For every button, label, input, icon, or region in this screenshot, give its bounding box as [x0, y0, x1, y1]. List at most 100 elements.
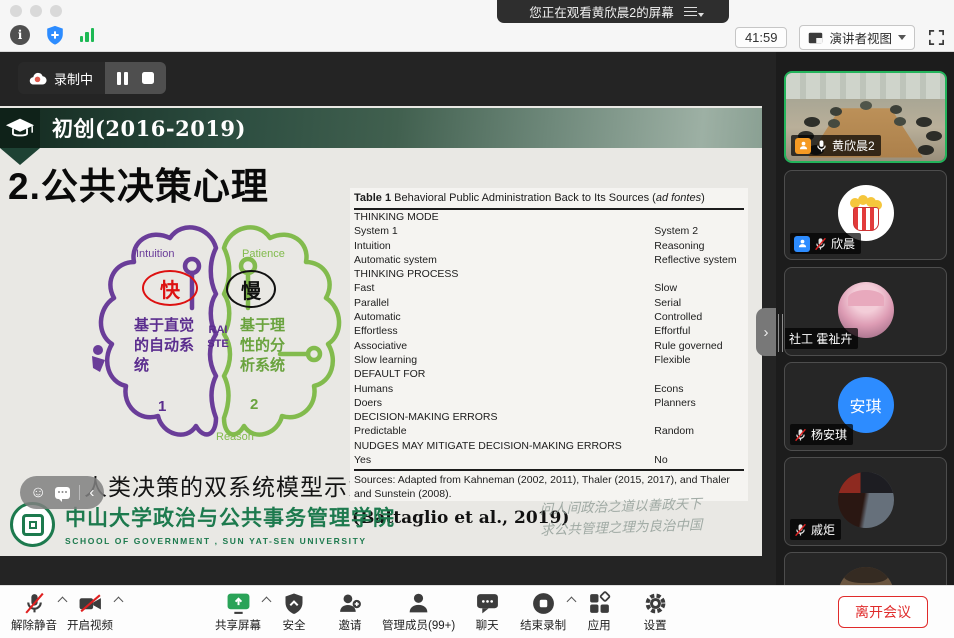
- system2-number: 2: [250, 396, 258, 413]
- participant-tile[interactable]: 黄欣晨2: [784, 71, 947, 163]
- settings-gear-icon: [643, 591, 668, 616]
- reaction-toolbar: ☺ ‹: [20, 476, 104, 509]
- share-screen-button[interactable]: 共享屏幕: [210, 586, 266, 638]
- meeting-timer: 41:59: [735, 27, 788, 48]
- cohost-badge-icon: [794, 236, 810, 252]
- system1-description: 基于直觉的自动系统: [134, 316, 198, 375]
- participant-tile[interactable]: 社工 霍祉卉: [784, 267, 947, 356]
- fullscreen-icon[interactable]: [927, 28, 946, 47]
- intuition-label: Intuition: [136, 248, 175, 260]
- pause-recording-button[interactable]: [117, 72, 128, 85]
- mic-muted-icon: [22, 591, 47, 616]
- meeting-toolbar: 解除静音 开启视频 共享屏幕: [0, 585, 954, 638]
- banner-options-icon[interactable]: [684, 7, 697, 17]
- watching-screen-banner: 您正在观看黄欣晨2的屏幕: [497, 0, 729, 23]
- window-header: i 41:59 演讲者视图 您正在观看: [0, 0, 954, 52]
- table-row: THINKING MODE: [354, 210, 744, 224]
- university-name-cn: 中山大学政治与公共事务管理学院: [65, 502, 395, 532]
- participant-tile[interactable]: 戚炬: [784, 457, 947, 546]
- meeting-info-icon[interactable]: i: [10, 25, 30, 45]
- collapse-left-icon[interactable]: ‹: [89, 485, 94, 500]
- end-recording-button[interactable]: 结束录制: [515, 586, 571, 638]
- reason-label: Reason: [216, 431, 254, 443]
- patience-label: Patience: [242, 248, 285, 260]
- shared-slide: 初创(2016-2019) 2.公共决策心理: [0, 106, 762, 556]
- host-badge-icon: [795, 138, 811, 154]
- minimize-window-button[interactable]: [30, 5, 42, 17]
- participant-name: 欣晨: [831, 235, 855, 252]
- table-row: THINKING PROCESS: [354, 267, 744, 281]
- close-window-button[interactable]: [10, 5, 22, 17]
- chevron-up-icon[interactable]: [114, 597, 124, 607]
- slow-circle: 慢: [226, 270, 276, 308]
- apps-button[interactable]: 应用: [571, 586, 627, 638]
- system2-description: 基于理性的分析系统: [240, 316, 289, 375]
- chat-button[interactable]: 聊天: [459, 586, 515, 638]
- participant-name: 戚炬: [811, 521, 835, 538]
- participant-tile[interactable]: 安琪 杨安琪: [784, 362, 947, 451]
- shared-screen-stage: 录制中 初创(2016-2019) 2.公共决策心理: [0, 52, 954, 585]
- divider: [79, 485, 80, 500]
- table-row: FastSlow: [354, 281, 744, 295]
- meeting-window: i 41:59 演讲者视图 您正在观看: [0, 0, 954, 638]
- invite-person-icon: [337, 591, 363, 616]
- brainstem-label: RAISTE: [200, 324, 236, 352]
- mic-muted-icon: [794, 428, 807, 442]
- participant-tile[interactable]: 欣晨: [784, 170, 947, 260]
- dual-system-brain-diagram: Intuition Patience 快 慢 RAISTE 基于直觉的自动系统 …: [90, 204, 350, 466]
- table-row: System 1System 2: [354, 224, 744, 238]
- security-shield-icon: [282, 591, 306, 616]
- sidebar-collapse-handle[interactable]: ›: [756, 308, 776, 356]
- participant-tile[interactable]: [784, 552, 947, 585]
- connection-signal-icon[interactable]: [80, 28, 94, 42]
- view-mode-button[interactable]: 演讲者视图: [799, 25, 915, 50]
- settings-button[interactable]: 设置: [627, 586, 683, 638]
- university-name-en: SCHOOL OF GOVERNMENT , SUN YAT-SEN UNIVE…: [65, 536, 395, 546]
- partial-avatar: [838, 567, 894, 585]
- participant-name: 黄欣晨2: [832, 137, 875, 154]
- stop-record-icon: [531, 591, 556, 616]
- emoji-reaction-icon[interactable]: ☺: [30, 485, 46, 501]
- mic-on-icon: [815, 139, 828, 153]
- table-row: DECISION-MAKING ERRORS: [354, 410, 744, 424]
- table-row: ParallelSerial: [354, 296, 744, 310]
- slide-stage-tag: 初创(2016-2019): [52, 113, 246, 143]
- table-row: NUDGES MAY MITIGATE DECISION-MAKING ERRO…: [354, 439, 744, 453]
- invite-button[interactable]: 邀请: [322, 586, 378, 638]
- table-row: HumansEcons: [354, 382, 744, 396]
- table-row: PredictableRandom: [354, 424, 744, 438]
- cloud-recording-icon: [28, 71, 47, 86]
- sidebar-resize-grip[interactable]: [778, 314, 783, 352]
- participants-icon: [406, 591, 431, 616]
- anime-avatar: [838, 472, 894, 528]
- view-mode-label: 演讲者视图: [829, 28, 892, 47]
- participant-name: 杨安琪: [811, 426, 847, 443]
- mic-muted-icon: [814, 237, 827, 251]
- calligraphy-watermark: 问人间政治之道以善政天下求公共管理之理为良治中国: [539, 492, 760, 541]
- chat-bubble-icon[interactable]: [55, 487, 70, 499]
- start-video-button[interactable]: 开启视频: [62, 586, 118, 638]
- slide-heading: 2.公共决策心理: [8, 156, 269, 210]
- chevron-down-icon: [898, 35, 906, 40]
- watching-screen-label: 您正在观看黄欣晨2的屏幕: [529, 2, 673, 21]
- table-row: AutomaticControlled: [354, 310, 744, 324]
- table-row: DEFAULT FOR: [354, 367, 744, 381]
- video-off-icon: [77, 591, 104, 616]
- unmute-button[interactable]: 解除静音: [6, 586, 62, 638]
- zoom-window-button[interactable]: [50, 5, 62, 17]
- fast-circle: 快: [142, 270, 198, 306]
- table-row: IntuitionReasoning: [354, 239, 744, 253]
- security-button[interactable]: 安全: [266, 586, 322, 638]
- table-row: Slow learningFlexible: [354, 353, 744, 367]
- leave-meeting-button[interactable]: 离开会议: [838, 596, 928, 628]
- graduation-cap-icon: [0, 108, 40, 148]
- encryption-shield-icon[interactable]: [44, 24, 66, 46]
- slide-section-banner: 初创(2016-2019): [0, 108, 762, 148]
- apps-grid-icon: [587, 591, 612, 616]
- table-row: Automatic systemReflective system: [354, 253, 744, 267]
- speaker-view-icon: [808, 31, 823, 45]
- share-screen-icon: [225, 591, 252, 616]
- manage-participants-button[interactable]: 管理成员(99+): [378, 586, 459, 638]
- stop-recording-button[interactable]: [142, 72, 154, 84]
- table-row: DoersPlanners: [354, 396, 744, 410]
